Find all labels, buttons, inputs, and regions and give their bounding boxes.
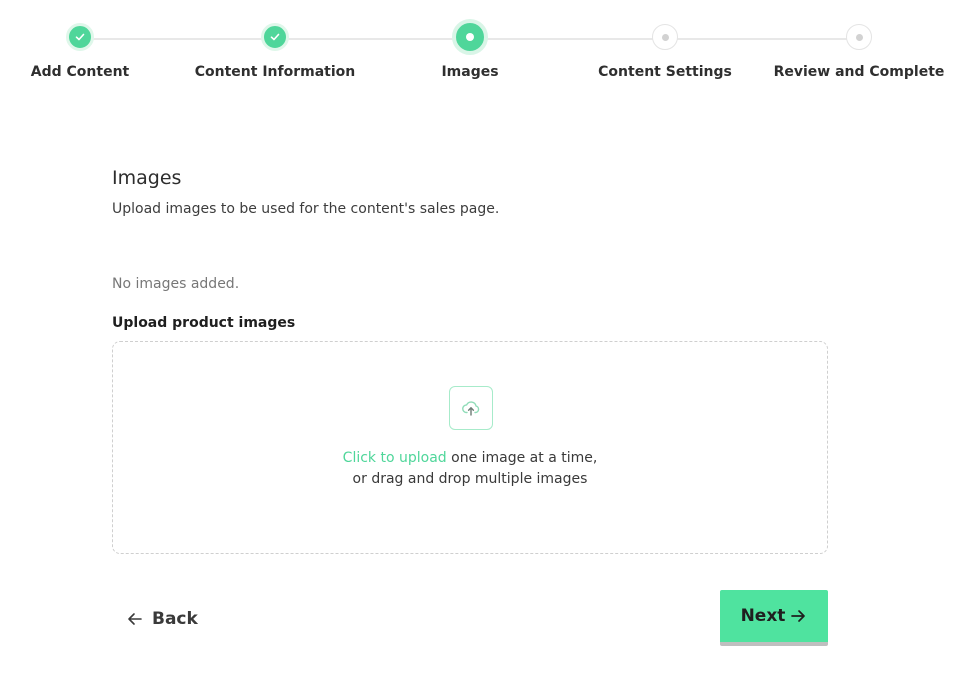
upload-label: Upload product images xyxy=(112,315,296,331)
step-label: Review and Complete xyxy=(773,64,945,80)
step-complete-indicator xyxy=(261,23,289,51)
back-button-label: Back xyxy=(152,609,198,629)
dropzone-instructions: Click to upload one image at a time, or … xyxy=(113,448,827,490)
dropzone-text-line1: one image at a time, xyxy=(446,450,598,466)
arrow-right-icon xyxy=(791,610,806,622)
cloud-upload-icon xyxy=(462,401,480,416)
image-dropzone[interactable]: Click to upload one image at a time, or … xyxy=(112,341,828,554)
arrow-left-icon xyxy=(128,613,142,625)
step-label: Images xyxy=(441,64,499,80)
step-connector xyxy=(80,38,275,40)
check-icon xyxy=(270,33,280,41)
empty-state-text: No images added. xyxy=(112,276,240,292)
step-complete-indicator xyxy=(66,23,94,51)
page-subtitle: Upload images to be used for the content… xyxy=(112,201,500,217)
next-button[interactable]: Next xyxy=(720,590,828,646)
progress-stepper: Add Content Content Information Images C… xyxy=(0,0,971,100)
step-connector xyxy=(665,38,860,40)
upload-icon-box[interactable] xyxy=(449,386,493,430)
back-button[interactable]: Back xyxy=(126,605,198,633)
step-upcoming-indicator xyxy=(652,24,678,50)
step-upcoming-indicator xyxy=(846,24,872,50)
dropzone-text-line2: or drag and drop multiple images xyxy=(352,471,588,487)
step-label: Add Content xyxy=(30,64,130,80)
click-to-upload-link[interactable]: Click to upload xyxy=(343,450,447,466)
step-label: Content Settings xyxy=(598,64,732,80)
step-connector xyxy=(275,38,470,40)
step-connector xyxy=(470,38,665,40)
next-button-label: Next xyxy=(740,606,786,626)
page-title: Images xyxy=(112,167,182,189)
step-current-indicator xyxy=(452,19,488,55)
step-label: Content Information xyxy=(194,64,356,80)
check-icon xyxy=(75,33,85,41)
